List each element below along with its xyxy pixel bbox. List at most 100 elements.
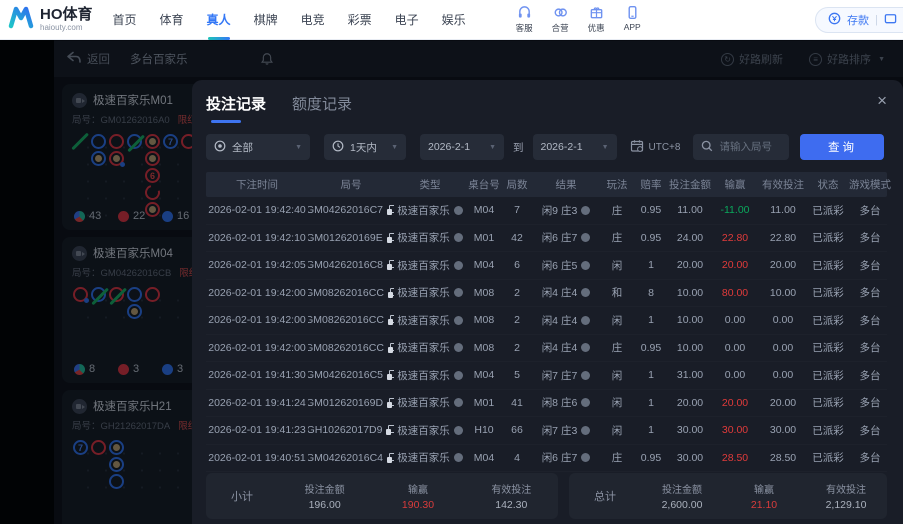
round-search-box[interactable] xyxy=(693,134,790,160)
tab-bet-records[interactable]: 投注记录 xyxy=(206,93,266,123)
range-select[interactable]: 1天内 ▼ xyxy=(324,134,406,160)
quick-link-app[interactable]: APP xyxy=(624,5,641,34)
cell-type: 极速百家乐 xyxy=(394,395,466,410)
cell-win: 80.00 xyxy=(721,286,749,299)
type-select[interactable]: 全部 ▼ xyxy=(206,134,310,160)
column-header: 下注时间 xyxy=(236,179,278,191)
cell-play: 闲 xyxy=(611,314,623,327)
main-nav: 首页 体育 真人 棋牌 电竞 彩票 电子 娱乐 xyxy=(113,11,466,40)
deposit-button[interactable]: 存款 | xyxy=(815,7,903,33)
query-button[interactable]: 查询 xyxy=(800,134,885,160)
cell-valid: 0.00 xyxy=(772,314,794,327)
copy-icon[interactable] xyxy=(387,452,394,463)
cell-status: 已派彩 xyxy=(812,232,844,245)
result-detail-icon[interactable] xyxy=(581,233,591,243)
copy-icon[interactable] xyxy=(387,260,394,271)
phone-icon xyxy=(625,5,640,22)
result-detail-icon[interactable] xyxy=(581,425,591,435)
cell-valid: 0.00 xyxy=(772,369,794,382)
screen: HO体育 haiouty.com 首页 体育 真人 棋牌 电竞 彩票 电子 娱乐… xyxy=(0,0,903,524)
copy-icon[interactable] xyxy=(387,342,394,353)
cell-win: 28.50 xyxy=(721,451,749,464)
cell-win: 30.00 xyxy=(721,424,749,437)
round-search-input[interactable] xyxy=(719,141,786,153)
nav-item-sports[interactable]: 体育 xyxy=(160,11,184,28)
copy-icon[interactable] xyxy=(387,370,394,381)
chevron-down-icon: ▼ xyxy=(295,143,302,151)
close-icon[interactable]: × xyxy=(877,92,887,109)
cell-win: 20.00 xyxy=(721,259,749,272)
quick-link-promo[interactable]: 优惠 xyxy=(588,5,605,34)
tab-quota-records[interactable]: 额度记录 xyxy=(292,93,352,123)
cell-id: GM04262016C8 xyxy=(308,259,394,271)
timezone-label: UTC+8 xyxy=(648,141,681,153)
copy-icon[interactable] xyxy=(387,205,394,216)
cell-odds: 1 xyxy=(648,369,654,382)
nav-item-lottery[interactable]: 彩票 xyxy=(348,11,372,28)
cell-play: 闲 xyxy=(611,397,623,410)
result-detail-icon[interactable] xyxy=(581,453,591,463)
cell-valid: 20.00 xyxy=(769,396,797,409)
cell-amount: 10.00 xyxy=(676,286,704,299)
cell-round: 2 xyxy=(514,286,520,299)
total-win: 21.10 xyxy=(750,499,778,511)
result-detail-icon[interactable] xyxy=(581,205,591,215)
cell-round: 4 xyxy=(514,451,520,464)
coin-icon xyxy=(828,12,841,28)
result-detail-icon[interactable] xyxy=(581,288,591,298)
partner-icon xyxy=(553,5,568,22)
copy-icon[interactable] xyxy=(387,315,394,326)
cell-odds: 1 xyxy=(648,259,654,272)
info-dot-icon xyxy=(453,425,463,435)
cell-status: 已派彩 xyxy=(812,342,844,355)
info-dot-icon xyxy=(453,260,463,270)
quick-link-partner[interactable]: 合营 xyxy=(552,5,569,34)
nav-item-cards[interactable]: 棋牌 xyxy=(254,11,278,28)
cell-valid: 28.50 xyxy=(769,451,797,464)
column-header: 投注金额 xyxy=(669,179,711,191)
cell-round: 6 xyxy=(514,259,520,272)
nav-item-entertainment[interactable]: 娱乐 xyxy=(442,11,466,28)
brand-logo[interactable]: HO体育 haiouty.com xyxy=(0,5,101,34)
cell-play: 和 xyxy=(611,287,623,300)
nav-item-slots[interactable]: 电子 xyxy=(395,11,419,28)
cell-id: GM08262016CC xyxy=(308,287,394,299)
cell-status: 已派彩 xyxy=(812,369,844,382)
result-detail-icon[interactable] xyxy=(581,260,591,270)
brand-logo-icon xyxy=(8,5,34,34)
cell-valid: 11.00 xyxy=(770,204,796,217)
cell-id: GM08262016CC xyxy=(308,314,394,326)
cell-type: 极速百家乐 xyxy=(394,203,466,218)
result-detail-icon[interactable] xyxy=(581,315,591,325)
result-detail-icon[interactable] xyxy=(581,343,591,353)
copy-icon[interactable] xyxy=(386,232,394,243)
copy-icon[interactable] xyxy=(387,397,394,408)
table-row: 2026-02-01 19:41:30 GM04262016C5 极速百家乐 M04 5… xyxy=(206,362,887,390)
nav-item-home[interactable]: 首页 xyxy=(113,11,137,28)
subtotal-win: 190.30 xyxy=(401,499,435,511)
cell-play: 闲 xyxy=(611,424,623,437)
nav-item-esports[interactable]: 电竞 xyxy=(301,11,325,28)
copy-icon[interactable] xyxy=(386,425,394,436)
summary-row: 小计 投注金额 196.00 输赢 190.30 有效投注 142.30 总计 投注金… xyxy=(206,473,887,519)
result-detail-icon[interactable] xyxy=(581,398,591,408)
cell-mode: 多台 xyxy=(859,369,881,382)
nav-item-live[interactable]: 真人 xyxy=(207,11,231,40)
info-dot-icon xyxy=(453,288,463,298)
column-header: 赔率 xyxy=(640,179,662,191)
cell-type: 极速百家乐 xyxy=(394,285,466,300)
timezone-toggle[interactable]: UTC+8 xyxy=(630,139,681,156)
cell-time: 2026-02-01 19:41:24 xyxy=(208,396,306,409)
quick-links: 客服 合营 优惠 APP xyxy=(516,5,641,34)
table-row: 2026-02-01 19:42:10 GM012620169E 极速百家乐 M01 4… xyxy=(206,225,887,253)
cell-round: 7 xyxy=(514,204,520,217)
quick-link-service[interactable]: 客服 xyxy=(516,5,533,34)
result-detail-icon[interactable] xyxy=(581,370,591,380)
cell-amount: 20.00 xyxy=(676,259,704,272)
cell-id: GM012620169D xyxy=(308,397,394,409)
cell-table: M04 xyxy=(473,451,495,464)
copy-icon[interactable] xyxy=(387,287,394,298)
date-from-select[interactable]: 2026-2-1 ▼ xyxy=(420,134,504,160)
date-to-select[interactable]: 2026-2-1 ▼ xyxy=(532,134,617,160)
cell-type: 极速百家乐 xyxy=(394,230,466,245)
